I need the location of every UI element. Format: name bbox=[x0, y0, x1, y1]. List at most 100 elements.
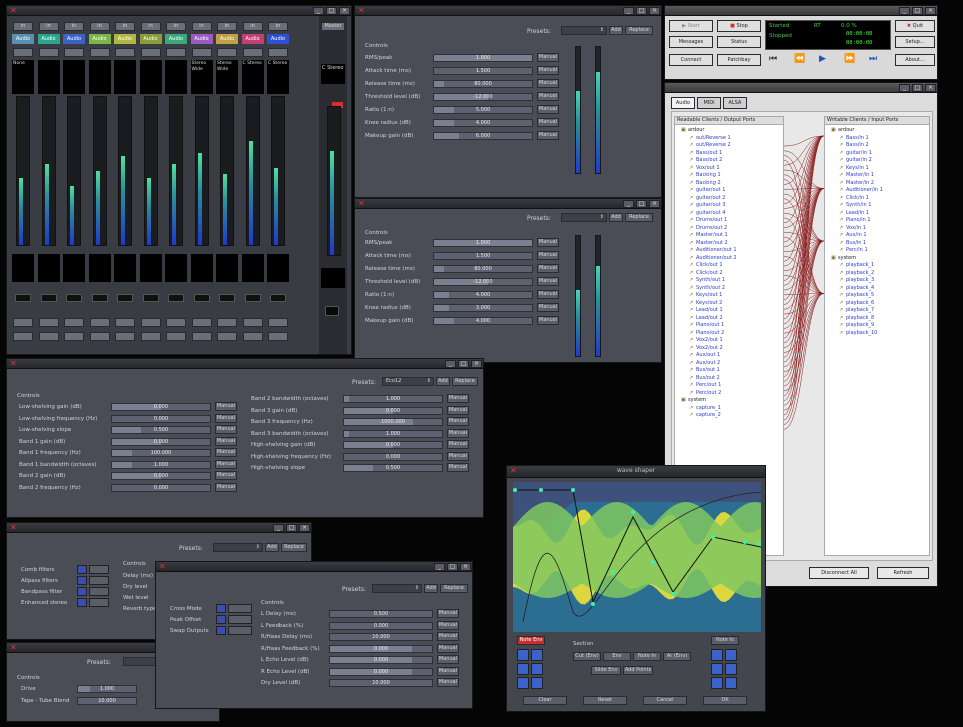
channel-fader[interactable] bbox=[118, 96, 132, 246]
presets-select[interactable]: ⇕ bbox=[561, 26, 607, 35]
param-slider[interactable]: 0.000 bbox=[329, 621, 433, 630]
manual-button[interactable]: Manual bbox=[215, 482, 237, 492]
param-slider[interactable]: 0.500 bbox=[343, 464, 443, 472]
param-slider[interactable]: 0.000 bbox=[111, 437, 211, 446]
manual-button[interactable]: Manual bbox=[215, 448, 237, 457]
client-node[interactable]: ▣ ardour bbox=[831, 127, 929, 135]
client-node[interactable]: ▣ system bbox=[831, 255, 929, 263]
section-button[interactable]: Ar (Env) bbox=[663, 652, 691, 661]
port-item[interactable]: ↗ Keys/in 1 bbox=[831, 165, 929, 173]
play-icon[interactable]: ▶ bbox=[819, 54, 826, 64]
port-item[interactable]: ↗ playback_5 bbox=[831, 292, 929, 300]
channel-fader[interactable] bbox=[143, 96, 158, 246]
add-preset-button[interactable]: Add bbox=[265, 543, 279, 552]
presets-select[interactable]: Eco12 ⇕ bbox=[382, 377, 434, 386]
channel-name[interactable]: Audio bbox=[216, 34, 238, 44]
input-button[interactable]: in bbox=[191, 22, 212, 31]
input-button[interactable]: in bbox=[13, 22, 33, 31]
channel-name[interactable]: Audio bbox=[139, 34, 162, 44]
channel-fader[interactable] bbox=[169, 96, 183, 246]
param-slider[interactable]: -12.000 bbox=[433, 278, 533, 286]
input-button[interactable]: in bbox=[64, 22, 84, 31]
port-item[interactable]: ↗ playback_7 bbox=[831, 307, 929, 315]
manual-button[interactable]: Manual bbox=[447, 394, 469, 403]
record-button[interactable] bbox=[115, 48, 135, 57]
param-slider[interactable]: 0.000 bbox=[111, 472, 211, 480]
input-ports-list[interactable]: Writable Clients / Input Ports ▣ ardour ↗ B… bbox=[824, 116, 930, 556]
plugin-box[interactable]: None bbox=[12, 60, 34, 94]
port-item[interactable]: ↗ Click/out 1 bbox=[681, 262, 783, 270]
close-button[interactable]: × bbox=[460, 563, 471, 571]
channel-name[interactable]: Audio bbox=[267, 34, 289, 44]
patchbay-button[interactable]: Patchbay bbox=[717, 54, 761, 66]
add-preset-button[interactable]: Add bbox=[436, 377, 450, 386]
close-button[interactable]: × bbox=[649, 7, 660, 15]
record-button[interactable] bbox=[64, 48, 84, 57]
messages-button[interactable]: Messages bbox=[669, 36, 713, 48]
manual-button[interactable]: Manual bbox=[447, 428, 469, 438]
grid-button[interactable] bbox=[517, 677, 529, 689]
mute-button[interactable] bbox=[89, 318, 110, 327]
grid-button[interactable] bbox=[531, 677, 543, 689]
port-item[interactable]: ↗ out/Reverse 1 bbox=[681, 135, 783, 143]
manual-button[interactable]: Manual bbox=[537, 251, 559, 260]
mute-button[interactable] bbox=[166, 318, 186, 327]
param-slider[interactable]: 0.000 bbox=[111, 483, 211, 492]
pan-control[interactable] bbox=[15, 294, 31, 302]
pan-control[interactable] bbox=[117, 294, 133, 302]
input-button[interactable]: in bbox=[166, 22, 186, 31]
rewind-start-icon[interactable]: ⏮ bbox=[769, 54, 777, 64]
record-button[interactable] bbox=[242, 48, 263, 57]
pan-control[interactable] bbox=[40, 294, 57, 302]
port-item[interactable]: ↗ Synth/in 1 bbox=[831, 202, 929, 210]
add-preset-button[interactable]: Add bbox=[609, 213, 623, 222]
mute-button[interactable] bbox=[268, 318, 288, 327]
param-slider[interactable]: 1.000 bbox=[77, 685, 137, 693]
channel-fader[interactable] bbox=[41, 96, 56, 246]
port-item[interactable]: ↗ Backing 2 bbox=[681, 180, 783, 188]
port-item[interactable]: ↗ Keys/out 2 bbox=[681, 300, 783, 308]
section-button[interactable]: Slide Env bbox=[591, 666, 621, 675]
envelope-point[interactable] bbox=[571, 488, 575, 492]
forward-icon[interactable]: ⏩ bbox=[844, 54, 855, 64]
mute-button[interactable] bbox=[38, 318, 59, 327]
manual-button[interactable]: Manual bbox=[537, 53, 559, 62]
channel-name[interactable]: Audio bbox=[241, 34, 264, 44]
delay-toggle[interactable] bbox=[216, 626, 226, 635]
record-button[interactable] bbox=[217, 48, 237, 57]
port-item[interactable]: ↗ Keys/out 1 bbox=[681, 292, 783, 300]
minimize-button[interactable]: _ bbox=[445, 360, 456, 368]
grid-button[interactable] bbox=[531, 663, 543, 675]
manual-button[interactable]: Manual bbox=[437, 643, 459, 653]
section-button[interactable]: Add Points bbox=[623, 666, 653, 675]
minimize-button[interactable]: _ bbox=[434, 563, 445, 571]
channel-name[interactable]: Audio bbox=[88, 34, 111, 44]
master-pan[interactable] bbox=[325, 306, 339, 316]
solo-button[interactable] bbox=[89, 332, 110, 341]
section-button[interactable]: Env bbox=[603, 652, 631, 661]
manual-button[interactable]: Manual bbox=[537, 277, 559, 286]
pan-control[interactable] bbox=[66, 294, 82, 302]
input-button[interactable]: in bbox=[268, 22, 288, 31]
port-item[interactable]: ↗ Master/in 2 bbox=[831, 180, 929, 188]
manual-button[interactable]: Manual bbox=[537, 105, 559, 114]
port-item[interactable]: ↗ playback_4 bbox=[831, 285, 929, 293]
port-item[interactable]: ↗ playback_9 bbox=[831, 322, 929, 330]
param-slider[interactable]: 0.000 bbox=[343, 406, 443, 415]
reverb-option-toggle[interactable] bbox=[77, 565, 87, 574]
port-item[interactable]: ↗ guitar/out 3 bbox=[681, 202, 783, 210]
port-item[interactable]: ↗ Bass/out 2 bbox=[681, 157, 783, 165]
port-item[interactable]: ↗ capture_1 bbox=[681, 405, 783, 413]
rewind-icon[interactable]: ⏪ bbox=[794, 54, 805, 64]
note-env-button[interactable]: Note Env bbox=[517, 636, 545, 645]
envelope-point[interactable] bbox=[743, 540, 747, 544]
param-slider[interactable]: 1000.000 bbox=[343, 418, 443, 426]
manual-button[interactable]: Manual bbox=[537, 92, 559, 101]
solo-button[interactable] bbox=[268, 332, 288, 341]
replace-preset-button[interactable]: Replace bbox=[452, 377, 478, 386]
solo-button[interactable] bbox=[140, 332, 161, 341]
channel-fader[interactable] bbox=[67, 96, 81, 246]
section-button[interactable]: Cut (Env) bbox=[573, 652, 601, 661]
manual-button[interactable]: Manual bbox=[437, 632, 459, 641]
record-button[interactable] bbox=[140, 48, 161, 57]
